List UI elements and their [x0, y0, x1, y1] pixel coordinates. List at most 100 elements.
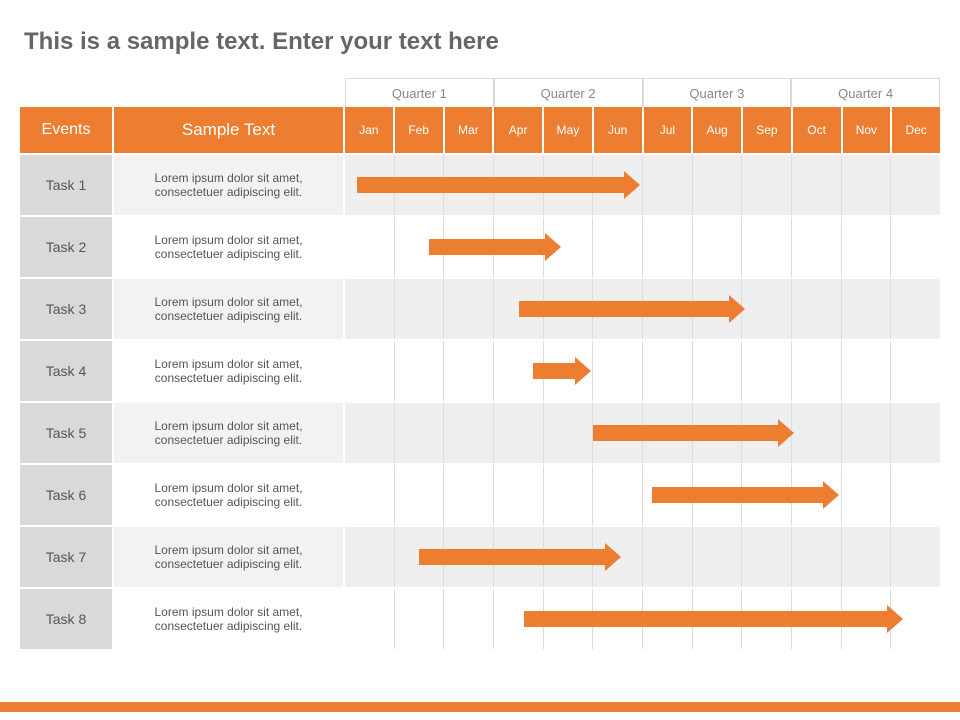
grid-cell — [593, 465, 643, 525]
grid-cell — [444, 403, 494, 463]
grid-cell — [842, 341, 892, 401]
grid-cell — [842, 155, 892, 215]
grid-cell — [544, 155, 594, 215]
task-desc: Lorem ipsum dolor sit amet, consectetuer… — [114, 217, 345, 277]
grid-cell — [891, 217, 940, 277]
grid-cell — [494, 155, 544, 215]
grid-cell — [593, 341, 643, 401]
task-row: Task 8 Lorem ipsum dolor sit amet, conse… — [20, 589, 345, 651]
task-row: Task 7 Lorem ipsum dolor sit amet, conse… — [20, 527, 345, 589]
task-desc: Lorem ipsum dolor sit amet, consectetuer… — [114, 155, 345, 215]
grid-cell — [792, 341, 842, 401]
grid-cell — [693, 403, 743, 463]
grid-cell — [742, 217, 792, 277]
grid-cell — [742, 341, 792, 401]
grid-row — [345, 279, 940, 341]
accent-bar — [0, 702, 960, 712]
quarter-label: Quarter 2 — [494, 78, 643, 107]
month-label: Feb — [395, 107, 445, 153]
grid-cell — [842, 279, 892, 339]
month-label: Dec — [892, 107, 940, 153]
grid-cell — [891, 589, 940, 649]
task-name: Task 2 — [20, 217, 114, 277]
task-row: Task 1 Lorem ipsum dolor sit amet, conse… — [20, 155, 345, 217]
grid-cell — [345, 279, 395, 339]
task-row: Task 4 Lorem ipsum dolor sit amet, conse… — [20, 341, 345, 403]
grid-cell — [891, 341, 940, 401]
header-events: Events — [20, 107, 114, 153]
left-column: Events Sample Text Task 1 Lorem ipsum do… — [20, 78, 345, 651]
grid-cell — [444, 589, 494, 649]
grid-cell — [345, 403, 395, 463]
grid-cell — [643, 589, 693, 649]
header-sample-text: Sample Text — [114, 107, 345, 153]
grid-row — [345, 217, 940, 279]
task-row: Task 2 Lorem ipsum dolor sit amet, conse… — [20, 217, 345, 279]
grid-cell — [494, 589, 544, 649]
grid-cell — [891, 527, 940, 587]
grid-cell — [842, 589, 892, 649]
task-row: Task 5 Lorem ipsum dolor sit amet, conse… — [20, 403, 345, 465]
grid-cell — [792, 403, 842, 463]
grid-cell — [742, 279, 792, 339]
month-label: Jun — [594, 107, 644, 153]
month-headers: Jan Feb Mar Apr May Jun Jul Aug Sep Oct … — [345, 107, 940, 155]
month-label: May — [544, 107, 594, 153]
grid-row — [345, 465, 940, 527]
grid-cell — [444, 155, 494, 215]
task-desc: Lorem ipsum dolor sit amet, consectetuer… — [114, 589, 345, 649]
grid-cell — [643, 465, 693, 525]
grid-cell — [643, 279, 693, 339]
task-desc: Lorem ipsum dolor sit amet, consectetuer… — [114, 403, 345, 463]
task-name: Task 7 — [20, 527, 114, 587]
grid-cell — [593, 155, 643, 215]
month-label: Jan — [345, 107, 395, 153]
grid-cell — [742, 155, 792, 215]
grid-cell — [345, 527, 395, 587]
left-headers: Events Sample Text — [20, 107, 345, 155]
month-label: Sep — [743, 107, 793, 153]
grid-cell — [742, 589, 792, 649]
grid-cell — [792, 279, 842, 339]
grid-cell — [345, 155, 395, 215]
task-name: Task 4 — [20, 341, 114, 401]
grid-cell — [544, 217, 594, 277]
grid-cell — [891, 403, 940, 463]
grid-cell — [742, 465, 792, 525]
grid-cell — [693, 589, 743, 649]
grid-cell — [891, 279, 940, 339]
grid-cell — [395, 155, 445, 215]
grid-cell — [494, 217, 544, 277]
task-desc: Lorem ipsum dolor sit amet, consectetuer… — [114, 341, 345, 401]
task-name: Task 1 — [20, 155, 114, 215]
grid-cell — [593, 279, 643, 339]
grid-row — [345, 589, 940, 651]
quarter-label: Quarter 1 — [345, 78, 494, 107]
grid-cell — [494, 527, 544, 587]
grid-row — [345, 341, 940, 403]
task-desc: Lorem ipsum dolor sit amet, consectetuer… — [114, 527, 345, 587]
grid-cell — [842, 465, 892, 525]
grid-cell — [345, 217, 395, 277]
grid-cell — [891, 465, 940, 525]
task-desc: Lorem ipsum dolor sit amet, consectetuer… — [114, 465, 345, 525]
grid-cell — [643, 527, 693, 587]
grid-cell — [792, 465, 842, 525]
quarter-label: Quarter 4 — [791, 78, 940, 107]
right-column: Quarter 1 Quarter 2 Quarter 3 Quarter 4 … — [345, 78, 940, 651]
grid-cell — [842, 527, 892, 587]
page-title: This is a sample text. Enter your text h… — [24, 28, 940, 56]
month-label: Oct — [793, 107, 843, 153]
month-label: Apr — [494, 107, 544, 153]
grid-cell — [494, 465, 544, 525]
grid-cell — [444, 465, 494, 525]
grid-cell — [693, 341, 743, 401]
grid-cell — [643, 217, 693, 277]
grid-cell — [444, 217, 494, 277]
grid-cell — [544, 589, 594, 649]
grid-cell — [643, 155, 693, 215]
grid-cell — [842, 217, 892, 277]
grid-cell — [345, 589, 395, 649]
grid-cell — [544, 465, 594, 525]
grid-cell — [345, 465, 395, 525]
